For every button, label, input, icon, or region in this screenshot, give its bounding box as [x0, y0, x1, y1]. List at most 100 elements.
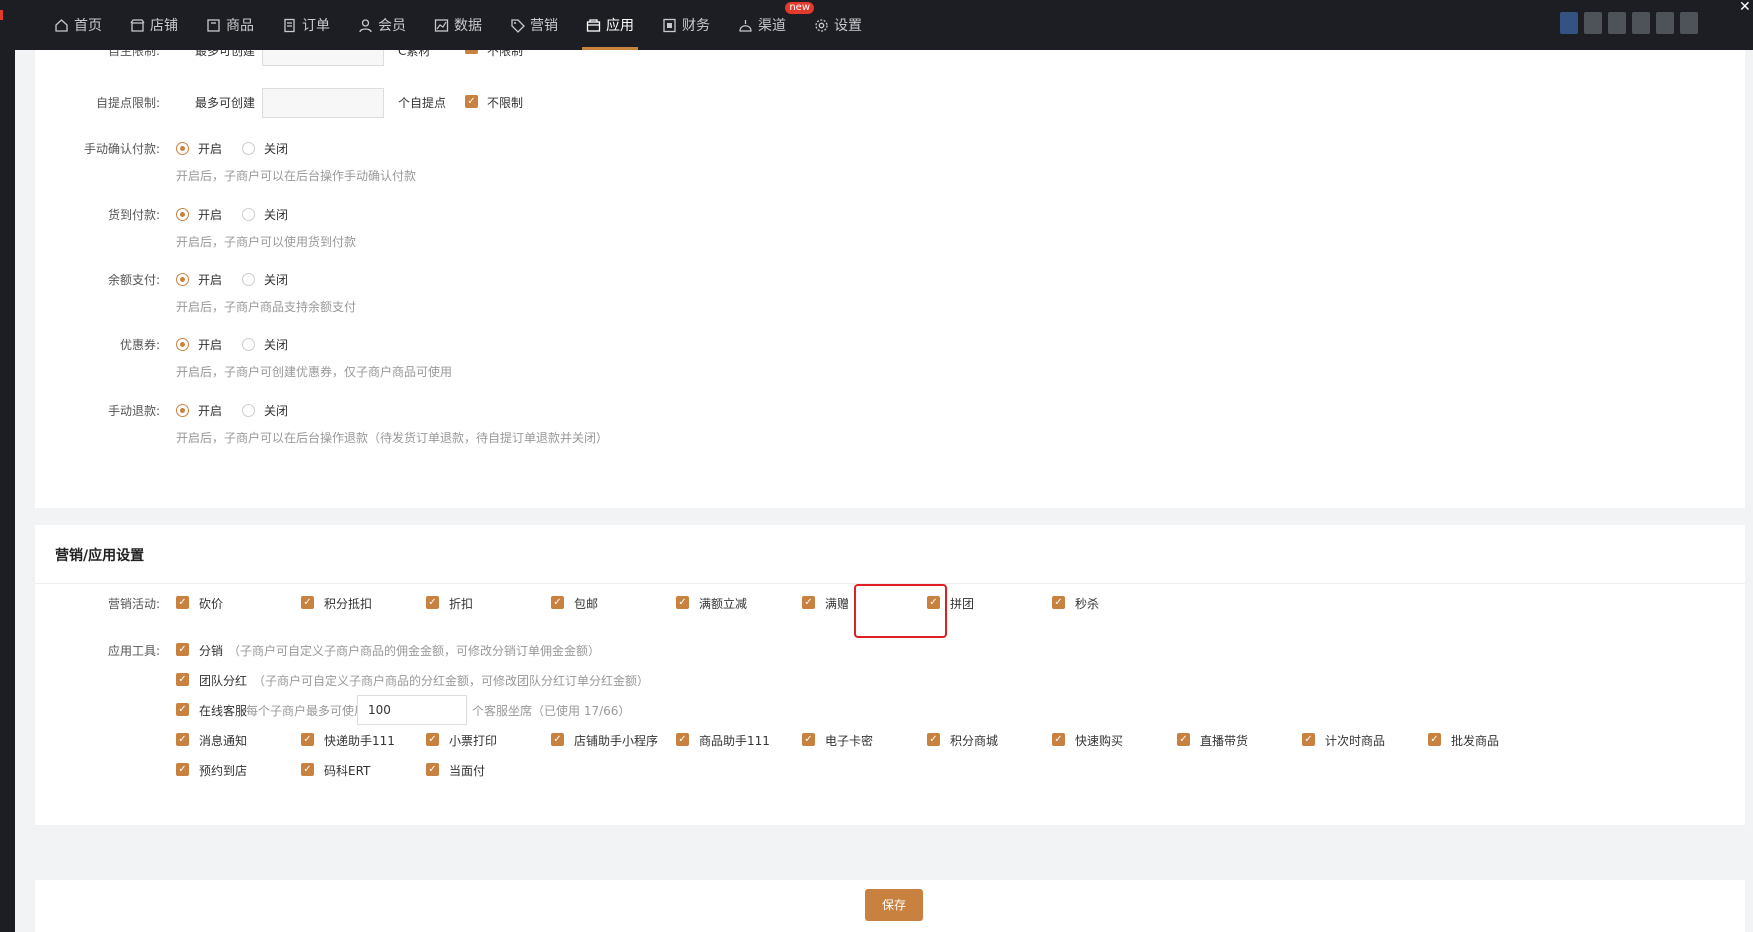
marketing-item-label: 折扣 — [449, 597, 474, 611]
radio-off-label: 关闭 — [264, 273, 289, 287]
tool-checkbox[interactable]: ✓ — [1052, 733, 1065, 746]
radio-row-label: 优惠券: — [119, 338, 160, 352]
tool-checkbox[interactable]: ✓ — [1177, 733, 1190, 746]
nav-item-app[interactable]: 应用 — [572, 0, 648, 50]
tool-item-label: 计次时商品 — [1325, 734, 1386, 748]
tool-checkbox[interactable]: ✓ — [301, 763, 314, 776]
tool-item-label: 小票打印 — [449, 734, 498, 748]
marketing-checkbox[interactable]: ✓ — [426, 596, 439, 609]
radio-off[interactable] — [242, 404, 255, 417]
marketing-checkbox[interactable]: ✓ — [301, 596, 314, 609]
tool-item-label: 当面付 — [449, 764, 486, 778]
close-icon[interactable]: ✕ — [1739, 0, 1753, 14]
nav-item-channel[interactable]: 渠道 new — [724, 0, 814, 50]
radio-row-hint: 开启后，子商户可以在后台操作退款（待发货订单退款，待自提订单退款并关闭） — [176, 431, 609, 445]
partial-row-check-label: 不限制 — [487, 50, 524, 58]
team-checkbox[interactable]: ✓ — [176, 673, 189, 686]
tool-checkbox[interactable]: ✓ — [1428, 733, 1441, 746]
username-blur — [1632, 12, 1650, 34]
fenxiao-name: 分销 — [199, 644, 224, 658]
tool-checkbox[interactable]: ✓ — [426, 763, 439, 776]
tool-checkbox[interactable]: ✓ — [176, 733, 189, 746]
nav-label: 订单 — [302, 18, 330, 34]
user-avatar-area[interactable] — [1560, 12, 1698, 34]
tool-item-label: 积分商城 — [950, 734, 999, 748]
pickup-limit-label: 自提点限制: — [95, 96, 160, 110]
nav-item-order[interactable]: 订单 — [268, 0, 344, 50]
tool-item-label: 店铺助手小程序 — [574, 734, 659, 748]
nav-item-finance[interactable]: 财务 — [648, 0, 724, 50]
tool-checkbox[interactable]: ✓ — [426, 733, 439, 746]
marketing-checkbox[interactable]: ✓ — [802, 596, 815, 609]
tag-icon — [510, 18, 525, 33]
radio-on[interactable] — [176, 208, 189, 221]
radio-on[interactable] — [176, 273, 189, 286]
nav-item-store[interactable]: 店铺 — [116, 0, 192, 50]
username-blur — [1584, 12, 1602, 34]
tool-item-label: 快速购买 — [1075, 734, 1124, 748]
marketing-item-label: 拼团 — [950, 597, 975, 611]
nav-item-user[interactable]: 会员 — [344, 0, 420, 50]
nav-item-gear[interactable]: 设置 — [800, 0, 876, 50]
service-seat-input[interactable]: 100 — [357, 695, 467, 725]
tool-checkbox[interactable]: ✓ — [301, 733, 314, 746]
tool-checkbox[interactable]: ✓ — [927, 733, 940, 746]
nav-item-home[interactable]: 首页 — [40, 0, 116, 50]
username-blur — [1656, 12, 1674, 34]
nav-label: 营销 — [530, 18, 558, 34]
marketing-checkbox[interactable]: ✓ — [176, 596, 189, 609]
partial-row-checkbox[interactable]: ✓ — [465, 50, 478, 54]
nav-label: 渠道 — [758, 18, 786, 34]
radio-on[interactable] — [176, 142, 189, 155]
tool-checkbox[interactable]: ✓ — [1302, 733, 1315, 746]
highlight-box — [854, 584, 947, 638]
fenxiao-checkbox[interactable]: ✓ — [176, 643, 189, 656]
chart-icon — [434, 18, 449, 33]
tool-item-label: 商品助手111 — [699, 734, 770, 748]
marketing-checkbox[interactable]: ✓ — [676, 596, 689, 609]
nav-item-product[interactable]: 商品 — [192, 0, 268, 50]
radio-row-label: 手动退款: — [107, 404, 160, 418]
service-checkbox[interactable]: ✓ — [176, 703, 189, 716]
nav-item-tag[interactable]: 营销 — [496, 0, 572, 50]
radio-off-label: 关闭 — [264, 404, 289, 418]
tool-checkbox[interactable]: ✓ — [551, 733, 564, 746]
tool-checkbox[interactable]: ✓ — [176, 763, 189, 776]
marketing-checkbox[interactable]: ✓ — [1052, 596, 1065, 609]
section-title: 营销/应用设置 — [55, 548, 145, 564]
pickup-limit-input[interactable] — [262, 88, 384, 118]
tool-item-label: 直播带货 — [1200, 734, 1249, 748]
service-pre: 每个子商户最多可使用 — [246, 704, 367, 718]
radio-off[interactable] — [242, 338, 255, 351]
order-icon — [282, 18, 297, 33]
radio-on[interactable] — [176, 338, 189, 351]
radio-off[interactable] — [242, 208, 255, 221]
service-name: 在线客服 — [199, 704, 248, 718]
save-button[interactable]: 保存 — [865, 889, 923, 921]
radio-on-label: 开启 — [198, 404, 223, 418]
edge-marker — [0, 10, 3, 20]
fenxiao-desc: （子商户可自定义子商户商品的佣金金额，可修改分销订单佣金金额） — [228, 644, 601, 658]
radio-row-hint: 开启后，子商户商品支持余额支付 — [176, 300, 357, 314]
radio-off[interactable] — [242, 273, 255, 286]
pickup-unlimited-checkbox[interactable]: ✓ — [465, 95, 478, 108]
tool-item-label: 码科ERT — [324, 764, 371, 778]
radio-on[interactable] — [176, 404, 189, 417]
marketing-checkbox[interactable]: ✓ — [551, 596, 564, 609]
marketing-item-label: 满赠 — [825, 597, 850, 611]
nav-label: 首页 — [74, 18, 102, 34]
pickup-unlimited-label: 不限制 — [487, 96, 524, 110]
tool-checkbox[interactable]: ✓ — [802, 733, 815, 746]
tool-checkbox[interactable]: ✓ — [676, 733, 689, 746]
nav-item-chart[interactable]: 数据 — [420, 0, 496, 50]
store-icon — [130, 18, 145, 33]
marketing-item-label: 满额立减 — [699, 597, 748, 611]
partial-row-input[interactable] — [262, 50, 384, 66]
radio-row-hint: 开启后，子商户可创建优惠券，仅子商户商品可使用 — [176, 365, 453, 379]
radio-off[interactable] — [242, 142, 255, 155]
radio-off-label: 关闭 — [264, 142, 289, 156]
nav-label: 应用 — [606, 18, 634, 34]
nav-label: 设置 — [834, 18, 862, 34]
partial-row-unit: C素材 — [398, 50, 431, 58]
radio-row-hint: 开启后，子商户可以使用货到付款 — [176, 235, 357, 249]
